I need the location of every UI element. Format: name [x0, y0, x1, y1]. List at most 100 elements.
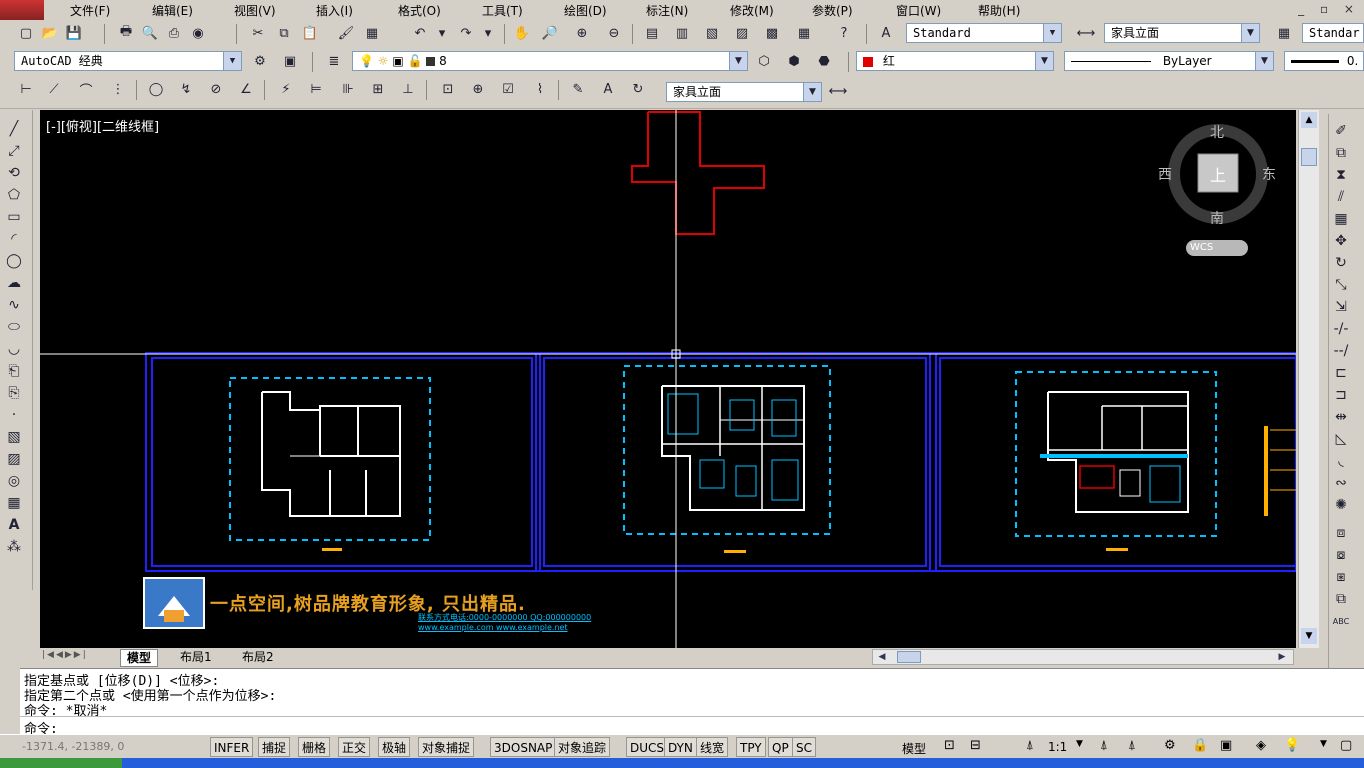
point-icon[interactable]: ·: [2, 404, 26, 426]
quick-view-drawings-icon[interactable]: ⊟: [970, 738, 981, 753]
menu-view[interactable]: 视图(V): [234, 2, 276, 19]
compass-west[interactable]: 西: [1158, 164, 1172, 184]
dim-break-icon[interactable]: ⊥: [398, 80, 418, 98]
dim-space-icon[interactable]: ⊞: [368, 80, 388, 98]
break-icon[interactable]: ⊐: [1329, 384, 1353, 406]
auto-scale-icon[interactable]: ⍋: [1128, 738, 1136, 753]
offset-icon[interactable]: ⫽: [1329, 186, 1353, 208]
center-mark-icon[interactable]: ⊕: [468, 80, 488, 98]
chevron-down-icon[interactable]: ▼: [1043, 24, 1061, 42]
stretch-icon[interactable]: ⇲: [1329, 296, 1353, 318]
menu-file[interactable]: 文件(F): [70, 2, 110, 19]
ducs-toggle[interactable]: DUCS: [626, 737, 669, 757]
ortho-toggle[interactable]: 正交: [338, 737, 371, 757]
polygon-icon[interactable]: ⬠: [2, 184, 26, 206]
circle-icon[interactable]: ◯: [2, 250, 26, 272]
break-at-point-icon[interactable]: ⊏: [1329, 362, 1353, 384]
text-front-icon[interactable]: ⧉: [1329, 588, 1353, 610]
region-icon[interactable]: ◎: [2, 470, 26, 492]
infer-toggle[interactable]: INFER: [210, 737, 254, 757]
scroll-left-icon[interactable]: ◀: [875, 651, 889, 663]
inspect-icon[interactable]: ☑: [498, 80, 518, 98]
toolbar-lock-icon[interactable]: 🔒: [1192, 738, 1208, 753]
quick-view-layouts-icon[interactable]: ⊡: [944, 738, 955, 753]
text-style-combo[interactable]: Standard ▼: [906, 23, 1062, 43]
layer-manager-icon[interactable]: ≣: [324, 52, 344, 70]
ellipse-arc-icon[interactable]: ◡: [2, 338, 26, 360]
make-block-icon[interactable]: ⎘: [2, 382, 26, 404]
make-current-layer-icon[interactable]: ⬡: [754, 52, 774, 70]
table-style-combo[interactable]: Standar: [1302, 23, 1364, 43]
baseline-dim-icon[interactable]: ⊨: [306, 80, 326, 98]
3d-print-icon[interactable]: ◉: [188, 24, 208, 42]
explode-icon[interactable]: ✺: [1329, 494, 1353, 516]
compass-east[interactable]: 东: [1262, 164, 1276, 184]
coordinate-readout[interactable]: -1371.4, -21389, 0: [22, 740, 124, 753]
drawing-canvas[interactable]: [-][俯视][二维线框] 一点空间,树品牌教育形象, 只出精品. 联系方式电话…: [40, 110, 1296, 648]
workspace-switch-gear-icon[interactable]: ⚙: [1164, 738, 1176, 753]
osnap-toggle[interactable]: 对象捕捉: [418, 737, 475, 757]
redo-dropdown-icon[interactable]: ▾: [478, 24, 498, 42]
radius-dim-icon[interactable]: ◯: [146, 80, 166, 98]
start-button[interactable]: [0, 758, 122, 768]
workspace-settings-icon[interactable]: ▣: [280, 52, 300, 70]
tab-nav-arrows-icon[interactable]: |◀◀▶▶|: [42, 650, 88, 660]
dim-style-icon[interactable]: ⟷: [1076, 24, 1096, 42]
menu-insert[interactable]: 插入(I): [316, 2, 353, 19]
polyline-icon[interactable]: ⟲: [2, 162, 26, 184]
annotation-visibility-icon[interactable]: ⍋: [1100, 738, 1108, 753]
polar-toggle[interactable]: 极轴: [378, 737, 411, 757]
table-icon[interactable]: ▦: [2, 492, 26, 514]
jogged-linear-icon[interactable]: ⌇: [530, 80, 550, 98]
quick-dim-icon[interactable]: ⚡: [276, 80, 296, 98]
arc-length-icon[interactable]: ⌒: [76, 80, 96, 99]
scale-icon[interactable]: ⤡: [1329, 274, 1353, 296]
workspace-combo[interactable]: AutoCAD 经典 ▼: [14, 51, 242, 71]
app-logo-icon[interactable]: [0, 0, 44, 20]
ellipse-icon[interactable]: ⬭: [2, 316, 26, 338]
draw-order-icon[interactable]: ⧈: [1329, 522, 1353, 544]
preview-icon[interactable]: 🔍: [140, 24, 160, 42]
menu-modify[interactable]: 修改(M): [730, 2, 774, 19]
layer-previous-icon[interactable]: ⬢: [784, 52, 804, 70]
array-icon[interactable]: ▦: [1329, 208, 1353, 230]
aligned-dim-icon[interactable]: ⟋: [44, 80, 64, 98]
multileader-style-combo[interactable]: 家具立面 ▼: [666, 82, 822, 102]
grid-toggle[interactable]: 栅格: [298, 737, 331, 757]
lineweight-toggle[interactable]: 线宽: [696, 737, 729, 757]
hatch-icon[interactable]: ▧: [2, 426, 26, 448]
compass-south[interactable]: 南: [1210, 208, 1224, 228]
snap-toggle[interactable]: 捕捉: [258, 737, 291, 757]
save-icon[interactable]: 💾: [64, 24, 84, 42]
extend-icon[interactable]: --/: [1329, 340, 1353, 362]
3dosnap-toggle[interactable]: 3DOSNAP: [490, 737, 557, 757]
lightbulb-icon[interactable]: 💡: [1284, 738, 1300, 753]
color-combo[interactable]: 红 ▼: [856, 51, 1054, 71]
cut-icon[interactable]: ✂: [248, 24, 268, 42]
open-icon[interactable]: 📂: [40, 24, 60, 42]
diameter-dim-icon[interactable]: ⊘: [206, 80, 226, 98]
ordinate-dim-icon[interactable]: ⋮: [108, 80, 128, 98]
rectangle-icon[interactable]: ▭: [2, 206, 26, 228]
viewcube[interactable]: 北 南 东 西 上 WCS: [1158, 118, 1280, 268]
zoom-previous-icon[interactable]: ⊖: [604, 24, 624, 42]
otrack-toggle[interactable]: 对象追踪: [554, 737, 611, 757]
copy-icon[interactable]: ⧉: [274, 24, 294, 42]
send-back-icon[interactable]: ⧆: [1329, 566, 1353, 588]
clean-screen-icon[interactable]: ▢: [1340, 738, 1352, 753]
sc-toggle[interactable]: SC: [792, 737, 816, 757]
chevron-down-icon[interactable]: ▼: [803, 83, 821, 101]
table-style-icon[interactable]: ▦: [1274, 24, 1294, 42]
chevron-down-icon[interactable]: ▼: [1255, 52, 1273, 70]
horizontal-scrollbar[interactable]: ◀ ▶: [872, 649, 1294, 665]
dim-update-icon[interactable]: ↻: [628, 80, 648, 98]
annotation-scale-value[interactable]: 1:1: [1048, 740, 1067, 754]
calculator-icon[interactable]: ▦: [794, 24, 814, 42]
dim-edit-icon[interactable]: ✎: [568, 80, 588, 98]
spline-icon[interactable]: ∿: [2, 294, 26, 316]
linear-dim-icon[interactable]: ⊢: [16, 80, 36, 98]
gradient-icon[interactable]: ▨: [2, 448, 26, 470]
layer-states-icon[interactable]: ⬣: [814, 52, 834, 70]
scroll-thumb[interactable]: [1301, 148, 1317, 166]
scroll-right-icon[interactable]: ▶: [1275, 651, 1289, 663]
